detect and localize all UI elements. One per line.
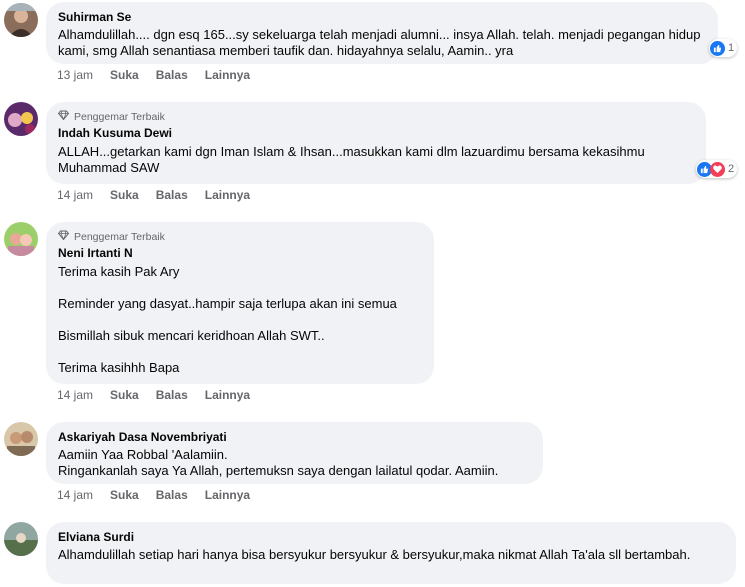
top-fan-badge: Penggemar Terbaik	[57, 110, 694, 123]
avatar[interactable]	[4, 222, 38, 256]
diamond-icon	[57, 110, 70, 123]
comment-bubble: Suhirman Se Alhamdulillah.... dgn esq 16…	[46, 2, 718, 64]
reaction-count: 2	[728, 163, 735, 175]
comment-author[interactable]: Elviana Surdi	[58, 530, 724, 544]
comment-author[interactable]: Neni Irtanti N	[58, 246, 422, 260]
comment-time[interactable]: 14 jam	[57, 188, 93, 202]
reply-button[interactable]: Balas	[156, 488, 188, 502]
more-button[interactable]: Lainnya	[205, 488, 250, 502]
reaction-summary[interactable]: 1	[709, 39, 738, 57]
comment-author[interactable]: Suhirman Se	[58, 10, 706, 24]
more-button[interactable]: Lainnya	[205, 388, 250, 402]
comment-time[interactable]: 14 jam	[57, 488, 93, 502]
like-button[interactable]: Suka	[110, 388, 139, 402]
avatar[interactable]	[4, 522, 38, 556]
comment-text: Alhamdulillah.... dgn esq 165...sy sekel…	[58, 27, 701, 58]
reply-button[interactable]: Balas	[156, 388, 188, 402]
comment-text-line: Ringankanlah saya Ya Allah, pertemuksn s…	[58, 463, 499, 478]
diamond-icon	[57, 230, 70, 243]
comment-3: Penggemar Terbaik Neni Irtanti N Terima …	[0, 220, 745, 410]
comment-bubble: Askariyah Dasa Novembriyati Aamiin Yaa R…	[46, 422, 543, 484]
comment-actions: 14 jam Suka Balas Lainnya	[57, 188, 267, 202]
comment-time[interactable]: 13 jam	[57, 68, 93, 82]
comment-text-line: Aamiin Yaa Robbal 'Aalamiin.	[58, 447, 228, 462]
badge-label: Penggemar Terbaik	[74, 230, 165, 243]
avatar[interactable]	[4, 422, 38, 456]
comment-1: Suhirman Se Alhamdulillah.... dgn esq 16…	[0, 0, 745, 90]
comment-bubble: Elviana Surdi Alhamdulillah setiap hari …	[46, 522, 736, 584]
comment-paragraph: Reminder yang dasyat..hampir saja terlup…	[58, 296, 397, 311]
reaction-count: 1	[728, 42, 735, 54]
comment-4: Askariyah Dasa Novembriyati Aamiin Yaa R…	[0, 420, 745, 510]
comment-paragraph: Bismillah sibuk mencari keridhoan Allah …	[58, 328, 325, 343]
comment-bubble: Penggemar Terbaik Indah Kusuma Dewi ALLA…	[46, 102, 706, 184]
comment-time[interactable]: 14 jam	[57, 388, 93, 402]
avatar[interactable]	[4, 3, 38, 37]
more-button[interactable]: Lainnya	[205, 68, 250, 82]
comment-2: Penggemar Terbaik Indah Kusuma Dewi ALLA…	[0, 100, 745, 210]
comment-author[interactable]: Askariyah Dasa Novembriyati	[58, 430, 531, 444]
thumbs-up-icon	[710, 40, 725, 56]
like-button[interactable]: Suka	[110, 488, 139, 502]
top-fan-badge: Penggemar Terbaik	[57, 230, 422, 243]
heart-icon	[710, 161, 725, 177]
comment-5: Elviana Surdi Alhamdulillah setiap hari …	[0, 520, 745, 587]
comment-paragraph: Terima kasih Pak Ary	[58, 264, 180, 279]
reply-button[interactable]: Balas	[156, 68, 188, 82]
comment-text: Alhamdulillah setiap hari hanya bisa ber…	[58, 547, 691, 562]
like-button[interactable]: Suka	[110, 68, 139, 82]
like-button[interactable]: Suka	[110, 188, 139, 202]
comment-bubble: Penggemar Terbaik Neni Irtanti N Terima …	[46, 222, 434, 384]
comment-actions: 14 jam Suka Balas Lainnya	[57, 388, 267, 402]
comment-paragraph: Terima kasihhh Bapa	[58, 360, 180, 375]
badge-label: Penggemar Terbaik	[74, 110, 165, 123]
comment-author[interactable]: Indah Kusuma Dewi	[58, 126, 694, 140]
comment-text: Terima kasih Pak Ary Reminder yang dasya…	[58, 264, 422, 376]
comment-text: ALLAH...getarkan kami dgn Iman Islam & I…	[58, 144, 645, 175]
reaction-summary[interactable]: 2	[696, 160, 738, 178]
more-button[interactable]: Lainnya	[205, 188, 250, 202]
comment-actions: 14 jam Suka Balas Lainnya	[57, 488, 267, 502]
comment-actions: 13 jam Suka Balas Lainnya	[57, 68, 267, 82]
avatar[interactable]	[4, 102, 38, 136]
reply-button[interactable]: Balas	[156, 188, 188, 202]
